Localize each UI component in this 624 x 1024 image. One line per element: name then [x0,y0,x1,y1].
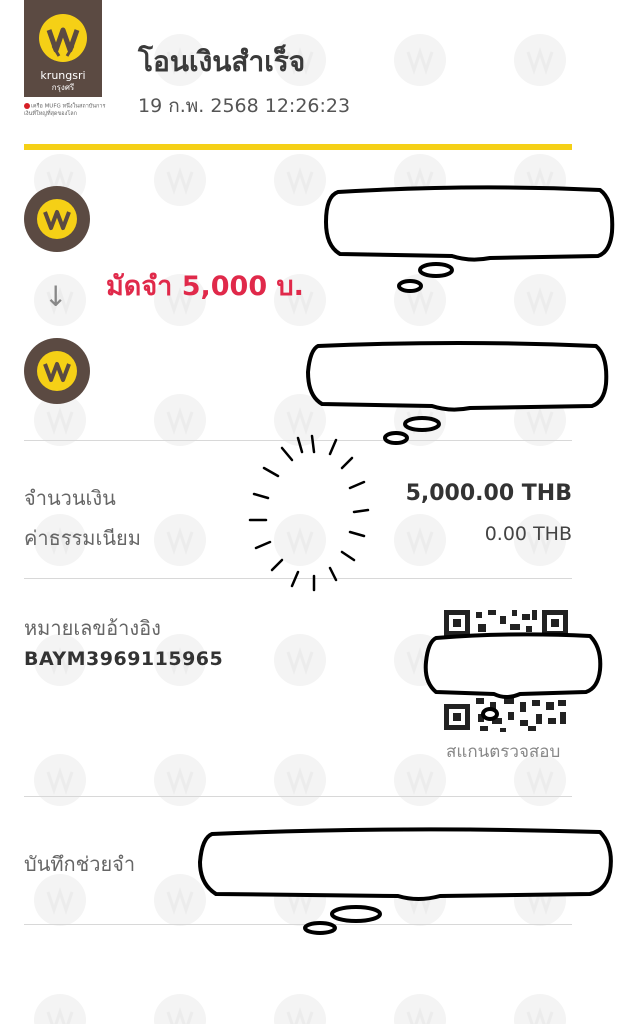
divider [24,796,572,797]
mufg-note: เครือ MUFG หนึ่งในสถาบันการเงินที่ใหญ่ที… [24,103,106,118]
brand-name: krungsri [40,69,86,82]
krungsri-logo-icon [37,351,77,391]
fee-label: ค่าธรรมเนียม [24,526,141,550]
fee-value: 0.00 THB [484,523,572,545]
memo-label: บันทึกช่วยจำ [24,852,136,876]
sender-avatar [24,186,90,252]
mufg-note-text: เครือ MUFG หนึ่งในสถาบันการเงินที่ใหญ่ที… [24,103,106,117]
krungsri-logo-icon [37,199,77,239]
divider [24,440,572,441]
handwritten-note: มัดจำ 5,000 บ. [106,271,304,302]
divider [24,578,572,579]
divider [24,924,572,925]
krungsri-logo: krungsri กรุงศรี [24,0,102,97]
page-title: โอนเงินสำเร็จ [138,45,306,78]
transaction-datetime: 19 ก.พ. 2568 12:26:23 [138,95,351,117]
reference-label: หมายเลขอ้างอิง [24,616,161,640]
mufg-dot-icon [24,103,30,109]
reference-number: BAYM3969115965 [24,648,224,670]
amount-label: จำนวนเงิน [24,486,116,510]
header-divider [24,144,572,150]
brand-name-thai: กรุงศรี [51,83,75,92]
qr-code-icon[interactable] [440,606,572,734]
amount-value: 5,000.00 THB [405,481,572,506]
scan-verify-label: สแกนตรวจสอบ [446,742,561,762]
krungsri-logo-icon [39,14,87,62]
arrow-down-icon: ↓ [44,280,68,313]
receiver-avatar [24,338,90,404]
